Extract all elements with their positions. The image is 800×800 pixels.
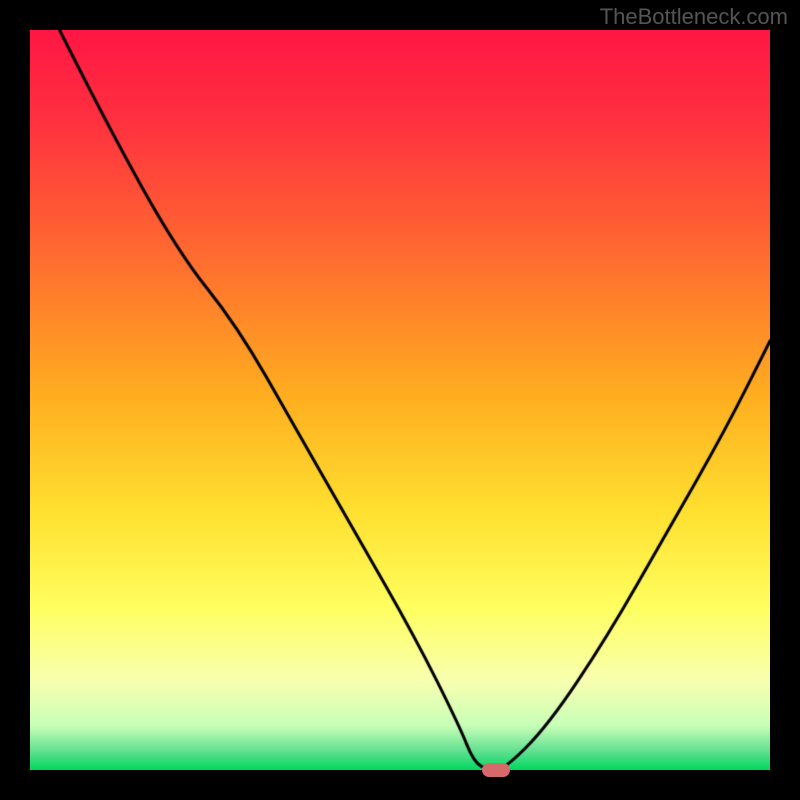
bottleneck-marker bbox=[482, 763, 510, 777]
watermark-text: TheBottleneck.com bbox=[600, 4, 788, 30]
chart-container: TheBottleneck.com bbox=[0, 0, 800, 800]
plot-area bbox=[30, 30, 770, 770]
chart-canvas bbox=[30, 30, 770, 770]
